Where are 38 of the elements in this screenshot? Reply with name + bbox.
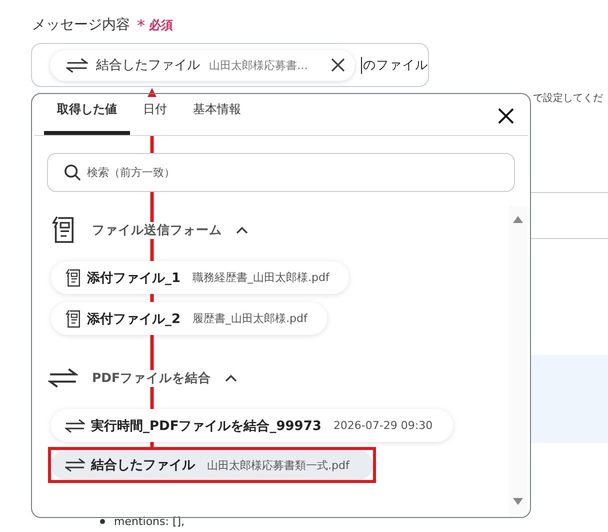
chevron-up-icon[interactable]: [236, 226, 248, 234]
group-title: ファイル送信フォーム: [92, 222, 222, 238]
variable-item[interactable]: 実行時間_PDFファイルを結合_99973 2026-07-29 09:30: [51, 409, 453, 442]
required-mark: *: [137, 16, 145, 34]
item-value: 2026-07-29 09:30: [333, 419, 433, 432]
hint-text: で設定してくだ: [533, 92, 603, 105]
search-icon: [64, 164, 81, 181]
chevron-up-icon[interactable]: [225, 374, 238, 382]
item-label: 結合したファイル: [91, 457, 195, 474]
variable-item[interactable]: 添付ファイル_1 職務経歴書_山田太郎様.pdf: [51, 261, 350, 294]
item-value: 職務経歴書_山田太郎様.pdf: [192, 270, 330, 285]
chip-title: 結合したファイル: [96, 57, 200, 74]
close-icon[interactable]: [498, 108, 514, 124]
item-value: 山田太郎様応募書類一式.pdf: [207, 458, 350, 472]
form-document-icon: [65, 268, 81, 288]
field-label: メッセージ内容: [32, 16, 130, 34]
transfer-arrows-icon: [65, 458, 85, 472]
variable-item[interactable]: 添付ファイル_2 履歴書_山田太郎様.pdf: [51, 302, 328, 335]
chip-value: 山田太郎様応募書…: [209, 58, 309, 72]
variable-item[interactable]: 結合したファイル 山田太郎様応募書類一式.pdf: [51, 450, 374, 480]
transfer-arrows-icon: [65, 418, 85, 432]
form-document-icon: [65, 308, 81, 328]
transfer-arrows-icon: [66, 58, 88, 72]
group-title: PDFファイルを結合: [92, 370, 212, 386]
close-icon[interactable]: [331, 58, 345, 72]
field-text: のファイル: [361, 56, 428, 74]
item-label: 添付ファイル_1: [87, 270, 181, 286]
transfer-arrows-icon: [48, 368, 78, 388]
search-field[interactable]: 検索（前方一致）: [47, 153, 515, 192]
scroll-down-icon[interactable]: [513, 498, 523, 505]
item-label: 添付ファイル_2: [87, 310, 181, 328]
bullet-icon: [100, 519, 105, 524]
item-value: 履歴書_山田太郎様.pdf: [192, 311, 308, 326]
item-label: 実行時間_PDFファイルを結合_99973: [91, 418, 322, 434]
scroll-up-icon[interactable]: [513, 216, 523, 223]
variable-chip[interactable]: 結合したファイル 山田太郎様応募書…: [50, 50, 355, 80]
message-field[interactable]: 結合したファイル 山田太郎様応募書… のファイル: [31, 43, 429, 87]
required-label: 必須: [149, 16, 173, 34]
